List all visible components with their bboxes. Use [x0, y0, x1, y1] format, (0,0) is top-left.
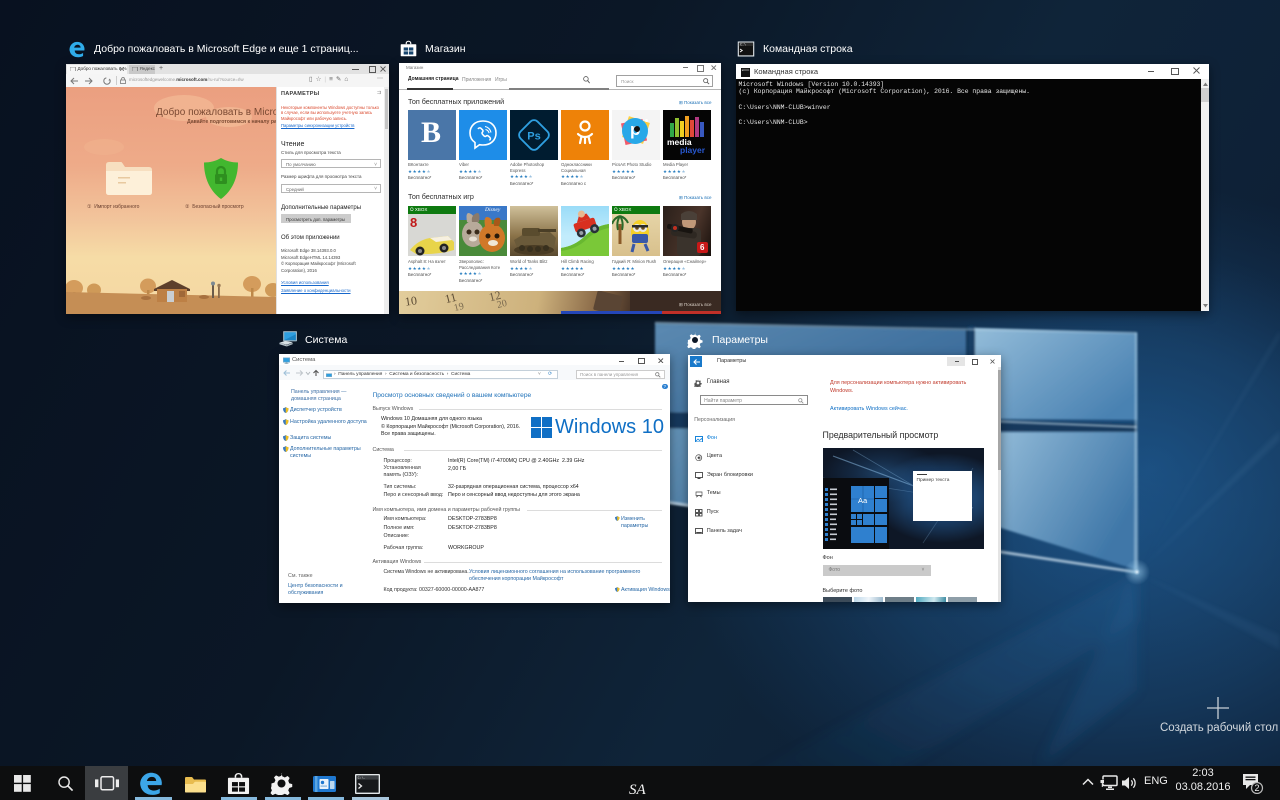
svg-text:Ps: Ps: [527, 130, 540, 142]
svg-text:Aa: Aa: [858, 496, 868, 505]
svg-text:2: 2: [1254, 783, 1259, 793]
svg-text:C:\: C:\: [740, 43, 746, 48]
svg-text:C:\.: C:\.: [358, 776, 366, 781]
